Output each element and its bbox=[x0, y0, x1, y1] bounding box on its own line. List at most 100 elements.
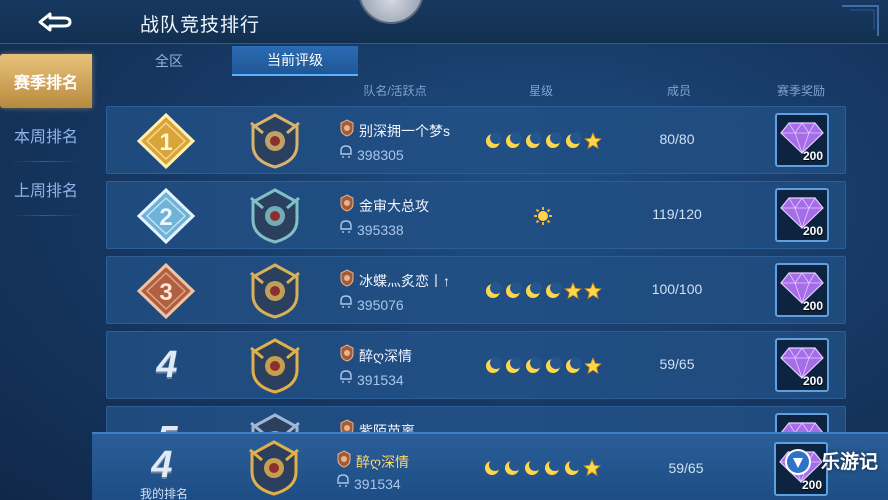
rank-badge: 1 bbox=[135, 113, 197, 169]
star-icon bbox=[584, 282, 602, 300]
activity-icon bbox=[339, 295, 353, 314]
team-emblem-icon bbox=[245, 261, 305, 321]
tab-bar: 全区 当前评级 bbox=[106, 46, 358, 76]
team-emblem-icon bbox=[245, 186, 305, 246]
moon-icon bbox=[526, 357, 542, 373]
column-header-stars: 星级 bbox=[528, 84, 554, 98]
rank-medal-icon bbox=[336, 450, 352, 473]
back-arrow-icon bbox=[38, 12, 72, 32]
team-name: 醉ღ深情 bbox=[359, 347, 413, 364]
star-rating bbox=[483, 281, 603, 301]
column-header-members: 成员 bbox=[666, 84, 692, 98]
activity-icon bbox=[336, 474, 350, 493]
svg-text:2: 2 bbox=[159, 204, 172, 231]
profile-emblem[interactable] bbox=[358, 0, 424, 24]
rank-medal-icon bbox=[339, 194, 355, 217]
activity-icon bbox=[339, 370, 353, 389]
nav-week-rank[interactable]: 本周排名 bbox=[0, 108, 92, 162]
ranking-row[interactable]: 1 别深拥一个梦s 398305 80/80 200 bbox=[106, 106, 846, 174]
top-bar: 战队竞技排行 bbox=[0, 0, 888, 44]
star-icon bbox=[564, 282, 582, 300]
column-header-reward: 赛季奖励 bbox=[776, 84, 826, 98]
moon-icon bbox=[526, 282, 542, 298]
rank-badge-icon: 3 bbox=[136, 263, 196, 319]
my-team-members: 59/65 bbox=[668, 460, 704, 476]
my-star-rating bbox=[482, 458, 602, 478]
moon-icon bbox=[506, 132, 522, 148]
activity-icon bbox=[339, 220, 353, 239]
moon-icon bbox=[525, 459, 541, 475]
team-members: 80/80 bbox=[659, 131, 695, 147]
moon-icon bbox=[546, 357, 562, 373]
team-activity: 395338 bbox=[357, 221, 404, 238]
star-rating bbox=[483, 206, 603, 226]
corner-ornament-icon bbox=[842, 5, 879, 36]
moon-icon bbox=[546, 132, 562, 148]
my-rank-label: 我的排名 bbox=[140, 487, 189, 500]
moon-icon bbox=[506, 357, 522, 373]
rank-number: 4 bbox=[156, 344, 178, 386]
star-rating bbox=[483, 131, 603, 151]
team-members: 59/65 bbox=[659, 356, 695, 372]
nav-season-rank[interactable]: 赛季排名 bbox=[0, 54, 92, 108]
my-team-name: 醉ღ深情 bbox=[356, 453, 410, 470]
svg-text:1: 1 bbox=[159, 129, 172, 156]
moon-icon bbox=[566, 132, 582, 148]
team-members: 119/120 bbox=[652, 206, 702, 222]
activity-icon bbox=[339, 145, 353, 164]
rank-badge: 3 bbox=[135, 263, 197, 319]
rank-badge-icon: 1 bbox=[136, 113, 196, 169]
team-activity: 398305 bbox=[357, 146, 404, 163]
moon-icon bbox=[546, 282, 562, 298]
page-title: 战队竞技排行 bbox=[140, 15, 261, 36]
team-name: 冰蝶灬炙恋丨↑ bbox=[359, 272, 450, 289]
rank-medal-icon bbox=[339, 119, 355, 142]
reward-count: 200 bbox=[802, 374, 823, 388]
moon-icon bbox=[486, 132, 502, 148]
watermark-logo-icon bbox=[785, 449, 811, 475]
team-activity: 395076 bbox=[357, 296, 404, 313]
reward-count: 200 bbox=[802, 224, 823, 238]
moon-icon bbox=[566, 357, 582, 373]
reward-gem[interactable]: 200 bbox=[775, 338, 829, 392]
ranking-row[interactable]: 4 醉ღ深情 391534 59/65 200 bbox=[106, 331, 846, 399]
reward-gem[interactable]: 200 bbox=[775, 263, 829, 317]
rank-medal-icon bbox=[339, 269, 355, 292]
reward-count: 200 bbox=[802, 299, 823, 313]
reward-gem[interactable]: 200 bbox=[775, 188, 829, 242]
my-rank-bar[interactable]: 4 我的排名 醉ღ深情 391534 59/65 200 乐游记 bbox=[92, 432, 888, 500]
moon-icon bbox=[486, 357, 502, 373]
tab-current-tier[interactable]: 当前评级 bbox=[232, 46, 358, 76]
star-icon bbox=[583, 459, 601, 477]
rank-badge-icon: 2 bbox=[136, 188, 196, 244]
ranking-row[interactable]: 3 冰蝶灬炙恋丨↑ 395076 100/100 200 bbox=[106, 256, 846, 324]
team-activity: 391534 bbox=[357, 371, 404, 388]
moon-icon bbox=[486, 282, 502, 298]
my-team-emblem-icon bbox=[244, 438, 304, 498]
rank-badge: 2 bbox=[135, 188, 197, 244]
left-nav: 赛季排名 本周排名 上周排名 bbox=[0, 54, 92, 216]
column-header-team: 队名/活跃点 bbox=[363, 84, 427, 98]
team-name: 别深拥一个梦s bbox=[359, 122, 450, 139]
moon-icon bbox=[526, 132, 542, 148]
team-emblem-icon bbox=[245, 336, 305, 396]
sun-icon bbox=[534, 207, 552, 225]
rank-medal-icon bbox=[339, 344, 355, 367]
moon-icon bbox=[506, 282, 522, 298]
star-icon bbox=[584, 357, 602, 375]
back-button[interactable] bbox=[22, 8, 86, 36]
moon-icon bbox=[565, 459, 581, 475]
team-emblem-icon bbox=[245, 111, 305, 171]
team-members: 100/100 bbox=[651, 281, 703, 297]
team-name: 金审大总攻 bbox=[359, 197, 429, 214]
nav-last-week-rank[interactable]: 上周排名 bbox=[0, 162, 92, 216]
star-rating bbox=[483, 356, 603, 376]
svg-text:3: 3 bbox=[159, 279, 172, 306]
my-reward-count: 200 bbox=[801, 478, 822, 492]
my-rank-number: 4 bbox=[151, 444, 173, 486]
ranking-row[interactable]: 2 金审大总攻 395338 119/120 200 bbox=[106, 181, 846, 249]
reward-gem[interactable]: 200 bbox=[775, 113, 829, 167]
moon-icon bbox=[545, 459, 561, 475]
my-team-activity: 391534 bbox=[354, 475, 401, 492]
tab-all-zone[interactable]: 全区 bbox=[106, 46, 232, 76]
